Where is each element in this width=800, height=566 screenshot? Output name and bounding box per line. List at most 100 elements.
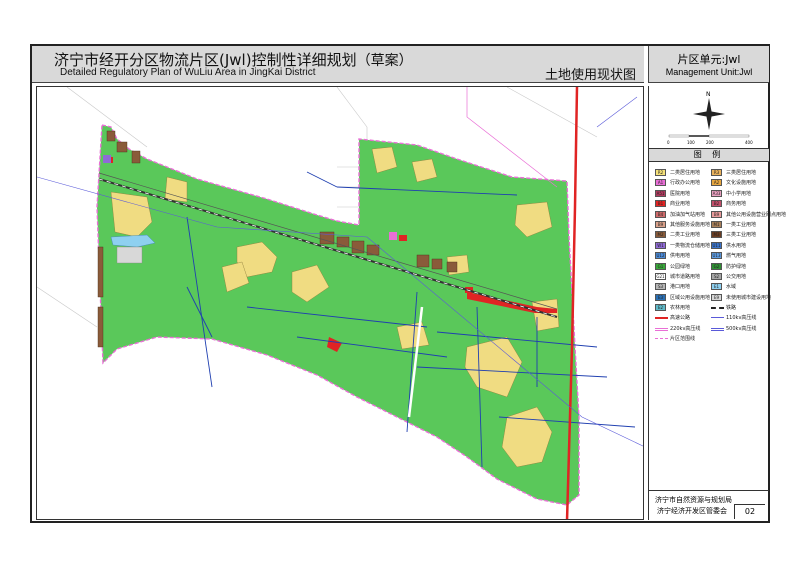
- legend-row: U12 供电用地 U13 燃气用地: [655, 251, 767, 261]
- scale-label-200: 200: [706, 140, 714, 145]
- legend-swatch: B2: [711, 200, 722, 208]
- legend-item: 500kv高压线: [711, 324, 767, 334]
- legend-row: W1 一类物流仓储用地 U11 供水用地: [655, 241, 767, 251]
- legend-row: 220kv高压线 500kv高压线: [655, 324, 767, 334]
- legend-item: M3 三类工业用地: [711, 230, 767, 240]
- legend-swatch: G21: [655, 272, 666, 280]
- legend-item: B1 商业用地: [655, 199, 711, 209]
- compass-cross-icon: [693, 111, 725, 117]
- legend-item: E9 未使用城市建设用地: [711, 293, 771, 303]
- legend-row: B9 其他服务设施用地 M1 一类工业用地: [655, 220, 767, 230]
- legend-row: G1 公园绿地 G2 防护绿地: [655, 262, 767, 272]
- legend-swatch: M3: [711, 231, 722, 239]
- legend-label: 110kv高压线: [726, 315, 757, 322]
- legend-item: 铁路: [711, 303, 767, 313]
- legend-label: 公交用地: [726, 273, 747, 280]
- legend-item: R2 二类居住用地: [655, 168, 711, 178]
- legend-item: G1 公园绿地: [655, 262, 711, 272]
- legend-row: A1 行政办公用地 A2 文化设施用地: [655, 178, 767, 188]
- legend-item: B2 商务用地: [711, 199, 767, 209]
- legend-label: 港口用地: [670, 284, 691, 291]
- legend-swatch: E9: [711, 293, 722, 301]
- legend-item: U11 供水用地: [711, 241, 767, 251]
- legend-label: 中小学用地: [726, 190, 752, 197]
- legend-item: U12 供电用地: [655, 251, 711, 261]
- legend-swatch: A51: [655, 189, 666, 197]
- legend-swatch: R2: [655, 169, 666, 176]
- legend-swatch: B9: [711, 210, 722, 218]
- legend-label: 二类工业用地: [670, 232, 701, 239]
- legend-swatch: U12: [655, 252, 666, 260]
- legend-label: 其他公用设施营业网点用地: [726, 211, 787, 218]
- legend-label: 商业用地: [670, 201, 691, 208]
- legend-swatch: S2: [711, 272, 722, 280]
- legend-row: B1 商业用地 B2 商务用地: [655, 199, 767, 209]
- legend-item: W1 一类物流仓储用地: [655, 241, 711, 251]
- legend-label: 公园绿地: [670, 263, 691, 270]
- legend-label: 一类物流仓储用地: [670, 242, 711, 249]
- legend-label: 其他服务设施用地: [670, 221, 711, 228]
- legend-line-swatch: [655, 317, 668, 320]
- legend-label: 燃气用地: [726, 253, 747, 260]
- legend-label: 文化设施用地: [726, 180, 757, 187]
- legend-label: 一类工业用地: [726, 221, 757, 228]
- scale-label-100: 100: [687, 140, 695, 145]
- legend-swatch: M2: [655, 231, 666, 239]
- legend-label: 铁路: [726, 305, 737, 312]
- legend-item: 110kv高压线: [711, 313, 767, 323]
- north-label: N: [706, 91, 711, 98]
- legend-item: A2 文化设施用地: [711, 178, 767, 188]
- legend-label: 区域公用设施用地: [670, 294, 711, 301]
- title-bar: 济宁市经开分区物流片区(Jwl)控制性详细规划（草案） Detailed Reg…: [32, 46, 644, 83]
- compass-scale-panel: N 0 100 200 400: [649, 86, 769, 149]
- legend-item: A1 行政办公用地: [655, 178, 711, 188]
- legend-label: 三类居住用地: [726, 170, 757, 176]
- legend-item: E2 农林用地: [655, 303, 711, 313]
- legend-item: S3 港口用地: [655, 282, 711, 292]
- unit-en: Management Unit:Jwl: [665, 67, 753, 77]
- legend-item: S2 公交用地: [711, 272, 767, 282]
- legend-swatch: A33: [711, 189, 722, 197]
- scale-label-400: 400: [745, 140, 753, 145]
- legend: R2 二类居住用地 R3 三类居住用地 A1 行政办公用地 A2 文化设施用地 A51 医院用地 A…: [655, 168, 786, 345]
- legend-swatch: A1: [655, 179, 666, 187]
- legend-swatch: B1: [655, 200, 666, 208]
- page-number: 02: [734, 504, 765, 519]
- legend-swatch: S3: [655, 283, 666, 291]
- legend-label: 供电用地: [670, 253, 691, 260]
- legend-row: 片区范围线: [655, 334, 767, 344]
- legend-item: U13 燃气用地: [711, 251, 767, 261]
- legend-item: A51 医院用地: [655, 189, 711, 199]
- legend-line-swatch: [711, 317, 724, 319]
- legend-item: 高速公路: [655, 313, 711, 323]
- map-canvas[interactable]: [36, 86, 644, 520]
- legend-label: 城市道路用地: [670, 273, 701, 280]
- legend-swatch: A2: [711, 179, 722, 187]
- org-name-2: 济宁经济开发区管委会: [657, 507, 727, 515]
- legend-item: M1 一类工业用地: [711, 220, 767, 230]
- legend-label: 二类居住用地: [670, 170, 701, 176]
- legend-label: 行政办公用地: [670, 180, 701, 187]
- legend-row: A51 医院用地 A33 中小学用地: [655, 189, 767, 199]
- legend-row: S3 港口用地 E1 水域: [655, 282, 767, 292]
- compass-graphic: N 0 100 200 400: [667, 91, 753, 145]
- legend-row: E3 区域公用设施用地 E9 未使用城市建设用地: [655, 293, 771, 303]
- legend-row: G21 城市道路用地 S2 公交用地: [655, 272, 767, 282]
- legend-item: R3 三类居住用地: [711, 168, 767, 178]
- legend-item: B9 其他公用设施营业网点用地: [711, 210, 786, 220]
- legend-label: 未使用城市建设用地: [726, 294, 772, 301]
- legend-label: 农林用地: [670, 305, 691, 312]
- legend-row: M2 二类工业用地 M3 三类工业用地: [655, 230, 767, 240]
- legend-label: 水域: [726, 284, 737, 291]
- legend-label: 商务用地: [726, 201, 747, 208]
- legend-item: B9 其他服务设施用地: [655, 220, 711, 230]
- title-en: Detailed Regulatory Plan of WuLiu Area i…: [60, 67, 316, 78]
- legend-swatch: W1: [655, 241, 666, 249]
- scale-label-0: 0: [667, 140, 670, 145]
- legend-item: B4 加油加气站用地: [655, 210, 711, 220]
- land-use-map: [37, 87, 643, 519]
- legend-label: 供水用地: [726, 242, 747, 249]
- legend-line-swatch: [711, 327, 724, 331]
- legend-label: 三类工业用地: [726, 232, 757, 239]
- legend-item: 片区范围线: [655, 334, 711, 344]
